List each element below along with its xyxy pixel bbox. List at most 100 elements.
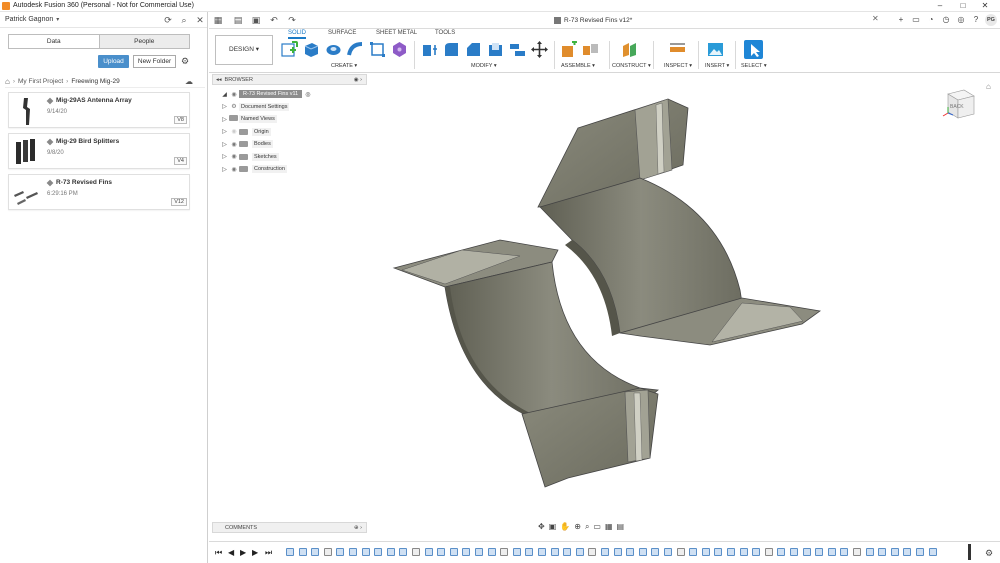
timeline-feature-icon[interactable]	[651, 548, 660, 556]
grid-menu-icon[interactable]: ▦	[211, 13, 225, 27]
timeline-play-icon[interactable]: ▶	[240, 548, 246, 557]
timeline-feature-icon[interactable]	[714, 548, 723, 556]
eye-icon[interactable]: ◉	[229, 128, 239, 135]
create-menu[interactable]: CREATE ▾	[331, 63, 357, 69]
upload-button[interactable]: Upload	[98, 55, 129, 68]
timeline-feature-icon[interactable]	[500, 548, 509, 556]
timeline-feature-icon[interactable]	[298, 548, 307, 556]
timeline-feature-icon[interactable]	[840, 548, 849, 556]
timeline-feature-icon[interactable]	[752, 548, 761, 556]
timeline-next-icon[interactable]: ▶	[252, 548, 258, 557]
refresh-icon[interactable]: ⟳	[163, 15, 173, 25]
version-badge[interactable]: V8	[174, 116, 187, 124]
activate-radio-icon[interactable]: ◎	[305, 91, 310, 98]
timeline-feature-icon[interactable]	[424, 548, 433, 556]
combine-icon[interactable]	[509, 41, 526, 58]
joint-icon[interactable]	[582, 41, 599, 58]
shell-icon[interactable]	[487, 41, 504, 58]
timeline-feature-icon[interactable]	[676, 548, 685, 556]
timeline-feature-icon[interactable]	[525, 548, 534, 556]
timeline-feature-icon[interactable]	[790, 548, 798, 556]
chamfer-icon[interactable]	[465, 41, 482, 58]
insert-menu[interactable]: INSERT ▾	[705, 63, 729, 69]
rectangle-icon[interactable]	[369, 41, 386, 58]
chevron-down-icon[interactable]: ▾	[56, 16, 59, 23]
timeline-feature-icon[interactable]	[336, 548, 345, 556]
version-badge[interactable]: V12	[171, 198, 187, 206]
pin-icon[interactable]: ◉ ›	[354, 77, 362, 83]
timeline-feature-icon[interactable]	[739, 548, 748, 556]
new-tab-icon[interactable]: +	[895, 14, 907, 26]
timeline-feature-icon[interactable]	[462, 548, 471, 556]
timeline-prev-icon[interactable]: ◀	[228, 548, 234, 557]
home-icon[interactable]: ⌂	[5, 77, 10, 86]
timeline-feature-icon[interactable]	[638, 548, 647, 556]
eye-icon[interactable]: ◉	[229, 166, 239, 173]
tab-tools[interactable]: TOOLS	[435, 30, 455, 36]
select-icon[interactable]	[744, 40, 763, 59]
offset-plane-icon[interactable]	[621, 41, 638, 58]
browser-panel-header[interactable]: ◂◂ BROWSER ◉ ›	[212, 74, 367, 85]
browser-node-construction[interactable]: ▷ ◉ Construction	[220, 163, 370, 176]
comments-panel[interactable]: COMMENTS ⊕ ›	[212, 522, 367, 533]
timeline-feature-icon[interactable]	[361, 548, 370, 556]
undo-icon[interactable]: ↶	[267, 13, 281, 27]
timeline-feature-icon[interactable]	[487, 548, 496, 556]
browser-node-document-settings[interactable]: ▷ ⚙ Document Settings	[220, 101, 370, 114]
gear-icon[interactable]: ⚙	[180, 56, 190, 67]
timeline-feature-icon[interactable]	[311, 548, 320, 556]
workspace-switcher[interactable]: DESIGN ▾	[215, 35, 273, 65]
chevron-down-icon[interactable]: ◢	[220, 91, 229, 98]
timeline-feature-icon[interactable]	[538, 548, 546, 556]
avatar[interactable]: PG	[985, 14, 997, 26]
timeline-feature-icon[interactable]	[664, 548, 672, 556]
chat-icon[interactable]: ▭	[910, 14, 922, 26]
timeline-feature-icon[interactable]	[853, 548, 861, 556]
browser-root-node[interactable]: ◢ ◉ R-73 Revised Fins v11 ◎	[220, 88, 370, 101]
timeline-feature-icon[interactable]	[928, 548, 937, 556]
list-item[interactable]: Mig-29AS Antenna Array 9/14/20 V8	[8, 92, 190, 128]
timeline-feature-icon[interactable]	[449, 548, 458, 556]
timeline-feature-icon[interactable]	[613, 548, 622, 556]
user-name[interactable]: Patrick Gagnon	[5, 16, 53, 23]
browser-node-named-views[interactable]: ▷ Named Views	[220, 113, 370, 126]
chevron-right-icon[interactable]: ▷	[220, 128, 229, 135]
timeline-feature-icon[interactable]	[916, 548, 924, 556]
timeline-feature-icon[interactable]	[399, 548, 408, 556]
chevron-right-icon[interactable]: ▷	[220, 166, 229, 173]
timeline-feature-icon[interactable]	[374, 548, 383, 556]
cloud-icon[interactable]: ☁	[185, 77, 193, 86]
redo-icon[interactable]: ↷	[285, 13, 299, 27]
gear-icon[interactable]: ⚙	[985, 548, 993, 559]
jobs-icon[interactable]: ◷	[940, 14, 952, 26]
eye-icon[interactable]: ◉	[229, 141, 239, 148]
close-window-button[interactable]: ✕	[970, 0, 1000, 12]
timeline-feature-icon[interactable]	[349, 548, 357, 556]
timeline-feature-icon[interactable]	[764, 548, 773, 556]
revolve-icon[interactable]	[325, 41, 342, 58]
measure-icon[interactable]	[669, 41, 686, 58]
extensions-icon[interactable]: ◔	[925, 14, 937, 26]
list-item[interactable]: Mig-29 Bird Splitters 9/8/20 V4	[8, 133, 190, 169]
timeline-feature-icon[interactable]	[286, 548, 294, 556]
add-comment-icon[interactable]: ⊕ ›	[354, 525, 362, 531]
help-icon[interactable]: ?	[970, 14, 982, 26]
document-tab[interactable]: R-73 Revised Fins v12*	[554, 14, 632, 27]
grid-settings-icon[interactable]: ▦	[605, 522, 613, 534]
chevron-right-icon[interactable]: ▷	[220, 116, 229, 123]
move-icon[interactable]	[531, 41, 548, 58]
new-folder-button[interactable]: New Folder	[133, 55, 176, 68]
timeline-feature-icon[interactable]	[815, 548, 824, 556]
timeline-feature-icon[interactable]	[827, 548, 836, 556]
timeline-feature-icon[interactable]	[588, 548, 597, 556]
timeline-feature-icon[interactable]	[475, 548, 483, 556]
timeline-feature-icon[interactable]	[727, 548, 735, 556]
browser-node-bodies[interactable]: ▷ ◉ Bodies	[220, 138, 370, 151]
timeline-feature-icon[interactable]	[865, 548, 874, 556]
display-settings-icon[interactable]: ▭	[593, 522, 601, 534]
browser-node-sketches[interactable]: ▷ ◉ Sketches	[220, 151, 370, 164]
chevron-right-icon[interactable]: ▷	[220, 153, 229, 160]
timeline-feature-icon[interactable]	[601, 548, 609, 556]
timeline-first-icon[interactable]: ⏮	[215, 548, 222, 558]
timeline-feature-icon[interactable]	[386, 548, 395, 556]
